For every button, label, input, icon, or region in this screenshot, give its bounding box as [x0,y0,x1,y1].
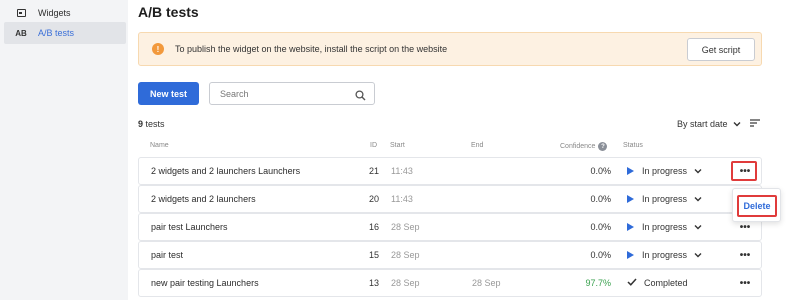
sidebar-item-label: A/B tests [38,28,75,38]
play-icon [627,223,634,231]
sort-label: By start date [677,119,728,129]
tests-count-number: 9 [138,119,144,129]
test-id: 21 [368,166,379,176]
row-context-menu: Delete [732,188,781,222]
status-dropdown[interactable]: In progress [627,186,702,212]
test-start: 28 Sep [391,278,420,288]
chevron-down-icon [694,166,702,176]
test-id: 15 [368,250,379,260]
column-header-status: Status [623,142,643,149]
test-start: 28 Sep [391,222,420,232]
test-end: 28 Sep [472,278,501,288]
app-root: Widgets AB A/B tests A/B tests ! To publ… [0,0,800,300]
test-confidence: 0.0% [590,250,611,260]
play-icon [627,195,634,203]
table-row[interactable]: 2 widgets and 2 launchers Launchers 21 1… [138,157,762,185]
help-icon[interactable]: ? [598,142,608,151]
delete-menu-item[interactable]: Delete [737,195,777,217]
status-label: In progress [642,166,688,176]
search-box [209,82,375,105]
test-name[interactable]: pair test Launchers [151,214,228,240]
status-label: In progress [642,250,688,260]
test-name[interactable]: new pair testing Launchers [151,270,259,296]
status-label: Completed [644,278,688,288]
column-header-confidence: Confidence ? [560,142,608,151]
table-row[interactable]: 2 widgets and 2 launchers 20 11:43 0.0% … [138,185,762,213]
test-id: 20 [368,194,379,204]
column-header-name: Name [150,142,169,149]
sidebar-item-ab-tests[interactable]: AB A/B tests [4,22,126,44]
search-input[interactable] [220,88,350,99]
column-header-end: End [471,142,484,149]
search-icon[interactable] [355,88,366,106]
table-row[interactable]: pair test 15 28 Sep 0.0% In progress ••• [138,241,762,269]
status-dropdown[interactable]: In progress [627,158,702,184]
test-confidence: 0.0% [590,166,611,176]
more-options-button[interactable]: ••• [735,270,755,296]
widget-icon [10,9,32,17]
play-icon [627,251,634,259]
sidebar: Widgets AB A/B tests [0,0,128,300]
test-confidence: 0.0% [590,222,611,232]
get-script-button[interactable]: Get script [687,38,755,61]
column-header-id: ID [370,142,377,149]
confidence-label: Confidence [560,143,596,150]
test-start: 11:43 [391,166,413,176]
check-icon [627,278,637,288]
test-id: 16 [368,222,379,232]
alert-text: To publish the widget on the website, in… [175,44,448,54]
ab-icon: AB [15,28,27,38]
status-label-completed: Completed [627,270,688,296]
test-name[interactable]: pair test [151,242,183,268]
tests-count-label: tests [145,119,165,129]
alert-banner: ! To publish the widget on the website, … [138,32,762,66]
more-options-button[interactable]: ••• [735,242,755,268]
sort-control[interactable]: By start date [677,119,760,129]
tests-count: 9 tests [138,119,165,129]
new-test-button[interactable]: New test [138,82,199,105]
column-header-start: Start [390,142,405,149]
page-title: A/B tests [138,4,199,20]
test-start: 28 Sep [391,250,420,260]
chevron-down-icon [694,250,702,260]
table-row[interactable]: pair test Launchers 16 28 Sep 0.0% In pr… [138,213,762,241]
test-start: 11:43 [391,194,413,204]
table-row[interactable]: new pair testing Launchers 13 28 Sep 28 … [138,269,762,297]
status-label: In progress [642,194,688,204]
sort-order-icon[interactable] [749,119,760,129]
test-name[interactable]: 2 widgets and 2 launchers Launchers [151,158,300,184]
test-id: 13 [368,278,379,288]
play-icon [627,167,634,175]
test-name[interactable]: 2 widgets and 2 launchers [151,186,256,212]
status-dropdown[interactable]: In progress [627,242,702,268]
info-icon: ! [152,43,164,55]
chevron-down-icon [733,119,741,129]
chevron-down-icon [694,194,702,204]
chevron-down-icon [694,222,702,232]
more-options-highlight [731,161,757,181]
test-confidence: 0.0% [590,194,611,204]
sidebar-item-widgets[interactable]: Widgets [4,2,126,24]
status-label: In progress [642,222,688,232]
sidebar-item-label: Widgets [38,8,71,18]
test-confidence: 97.7% [585,278,611,288]
status-dropdown[interactable]: In progress [627,214,702,240]
